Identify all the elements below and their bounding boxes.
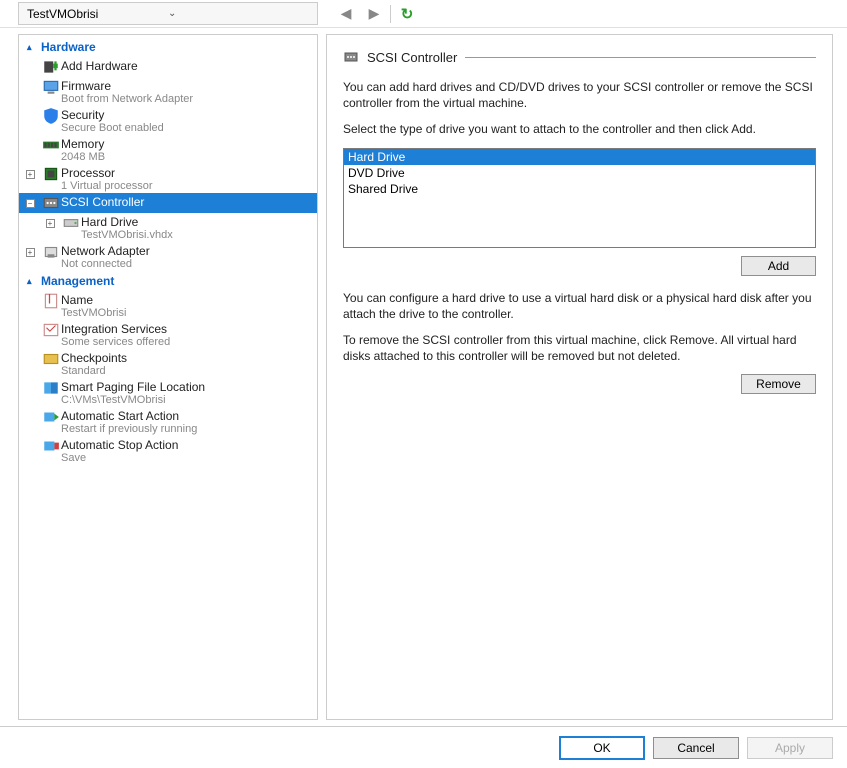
drive-option-shared-drive[interactable]: Shared Drive bbox=[344, 181, 815, 197]
content-area: ▴ Hardware Add Hardware FirmwareBoot fro… bbox=[0, 28, 847, 726]
category-management[interactable]: ▴ Management bbox=[19, 271, 317, 291]
expand-icon[interactable]: + bbox=[46, 219, 55, 228]
item-label: Add Hardware bbox=[61, 59, 311, 73]
nav-arrows: ◀ ▶ ↻ bbox=[322, 0, 431, 27]
memory-icon bbox=[41, 136, 61, 154]
sidebar-item-hard-drive[interactable]: + Hard DriveTestVMObrisi.vhdx bbox=[19, 213, 317, 242]
category-label: Hardware bbox=[41, 40, 96, 54]
item-sub: TestVMObrisi bbox=[61, 307, 311, 319]
sidebar-item-memory[interactable]: Memory2048 MB bbox=[19, 135, 317, 164]
item-label: Checkpoints bbox=[61, 351, 311, 365]
checkpoint-icon bbox=[41, 350, 61, 368]
sidebar-item-name[interactable]: I NameTestVMObrisi bbox=[19, 291, 317, 320]
sidebar-item-auto-stop[interactable]: Automatic Stop ActionSave bbox=[19, 436, 317, 465]
scsi-icon bbox=[343, 49, 359, 65]
desc-configure: You can configure a hard drive to use a … bbox=[343, 290, 816, 322]
back-button[interactable]: ◀ bbox=[334, 2, 358, 26]
drive-type-list[interactable]: Hard Drive DVD Drive Shared Drive bbox=[343, 148, 816, 248]
item-label: Automatic Start Action bbox=[61, 409, 311, 423]
vm-selector[interactable]: TestVMObrisi ⌄ bbox=[18, 2, 318, 25]
item-sub: Save bbox=[61, 452, 311, 464]
drive-option-hard-drive[interactable]: Hard Drive bbox=[344, 149, 815, 165]
category-label: Management bbox=[41, 274, 114, 288]
scsi-icon bbox=[41, 194, 61, 212]
item-sub: C:\VMs\TestVMObrisi bbox=[61, 394, 311, 406]
sidebar-item-security[interactable]: SecuritySecure Boot enabled bbox=[19, 106, 317, 135]
item-label: Network Adapter bbox=[61, 244, 311, 258]
ok-button[interactable]: OK bbox=[559, 736, 645, 760]
item-sub: Standard bbox=[61, 365, 311, 377]
remove-button[interactable]: Remove bbox=[741, 374, 816, 394]
network-icon bbox=[41, 243, 61, 261]
sidebar-item-processor[interactable]: + Processor1 Virtual processor bbox=[19, 164, 317, 193]
sidebar-item-smart-paging[interactable]: Smart Paging File LocationC:\VMs\TestVMO… bbox=[19, 378, 317, 407]
desc-select-type: Select the type of drive you want to att… bbox=[343, 121, 816, 137]
item-label: Firmware bbox=[61, 79, 311, 93]
add-button[interactable]: Add bbox=[741, 256, 816, 276]
remove-button-row: Remove bbox=[343, 374, 816, 394]
sidebar-item-add-hardware[interactable]: Add Hardware bbox=[19, 57, 317, 77]
collapse-icon: ▴ bbox=[27, 276, 41, 287]
vm-name: TestVMObrisi bbox=[27, 7, 168, 21]
chevron-down-icon: ⌄ bbox=[168, 8, 309, 19]
shield-icon bbox=[41, 107, 61, 125]
hard-drive-icon bbox=[61, 214, 81, 232]
sidebar-item-scsi-controller[interactable]: − SCSI Controller bbox=[19, 193, 317, 213]
item-label: Processor bbox=[61, 166, 311, 180]
firmware-icon bbox=[41, 78, 61, 96]
auto-stop-icon bbox=[41, 437, 61, 455]
item-label: Memory bbox=[61, 137, 311, 151]
details-panel: SCSI Controller You can add hard drives … bbox=[326, 34, 833, 720]
add-button-row: Add bbox=[343, 256, 816, 276]
cancel-button[interactable]: Cancel bbox=[653, 737, 739, 759]
expand-icon[interactable]: + bbox=[26, 248, 35, 257]
panel-header: SCSI Controller bbox=[343, 49, 816, 65]
paging-icon bbox=[41, 379, 61, 397]
panel-title: SCSI Controller bbox=[367, 50, 457, 65]
sidebar-item-checkpoints[interactable]: CheckpointsStandard bbox=[19, 349, 317, 378]
item-sub: Restart if previously running bbox=[61, 423, 311, 435]
desc-add-drives: You can add hard drives and CD/DVD drive… bbox=[343, 79, 816, 111]
item-sub: Boot from Network Adapter bbox=[61, 93, 311, 105]
title-rule bbox=[465, 57, 816, 58]
add-hardware-icon bbox=[41, 58, 61, 76]
item-label: Name bbox=[61, 293, 311, 307]
settings-sidebar: ▴ Hardware Add Hardware FirmwareBoot fro… bbox=[18, 34, 318, 720]
top-bar: TestVMObrisi ⌄ ◀ ▶ ↻ bbox=[0, 0, 847, 28]
item-sub: Some services offered bbox=[61, 336, 311, 348]
name-icon: I bbox=[41, 292, 61, 310]
auto-start-icon bbox=[41, 408, 61, 426]
forward-button[interactable]: ▶ bbox=[362, 2, 386, 26]
category-hardware[interactable]: ▴ Hardware bbox=[19, 37, 317, 57]
item-label: SCSI Controller bbox=[61, 195, 311, 209]
desc-remove: To remove the SCSI controller from this … bbox=[343, 332, 816, 364]
item-sub: Not connected bbox=[61, 258, 311, 270]
item-label: Integration Services bbox=[61, 322, 311, 336]
item-label: Automatic Stop Action bbox=[61, 438, 311, 452]
sidebar-item-firmware[interactable]: FirmwareBoot from Network Adapter bbox=[19, 77, 317, 106]
nav-separator bbox=[390, 5, 391, 23]
drive-option-dvd-drive[interactable]: DVD Drive bbox=[344, 165, 815, 181]
item-sub: Secure Boot enabled bbox=[61, 122, 311, 134]
expand-icon[interactable]: + bbox=[26, 170, 35, 179]
collapse-icon[interactable]: − bbox=[26, 199, 35, 208]
collapse-icon: ▴ bbox=[27, 42, 41, 53]
sidebar-item-auto-start[interactable]: Automatic Start ActionRestart if previou… bbox=[19, 407, 317, 436]
item-sub: 2048 MB bbox=[61, 151, 311, 163]
sidebar-item-integration-services[interactable]: Integration ServicesSome services offere… bbox=[19, 320, 317, 349]
item-label: Smart Paging File Location bbox=[61, 380, 311, 394]
item-sub: 1 Virtual processor bbox=[61, 180, 311, 192]
processor-icon bbox=[41, 165, 61, 183]
dialog-button-bar: OK Cancel Apply bbox=[0, 726, 847, 768]
sidebar-item-network-adapter[interactable]: + Network AdapterNot connected bbox=[19, 242, 317, 271]
apply-button: Apply bbox=[747, 737, 833, 759]
refresh-button[interactable]: ↻ bbox=[395, 2, 419, 26]
integration-icon bbox=[41, 321, 61, 339]
item-label: Hard Drive bbox=[81, 215, 311, 229]
item-sub: TestVMObrisi.vhdx bbox=[81, 229, 311, 241]
svg-text:I: I bbox=[48, 292, 52, 306]
item-label: Security bbox=[61, 108, 311, 122]
